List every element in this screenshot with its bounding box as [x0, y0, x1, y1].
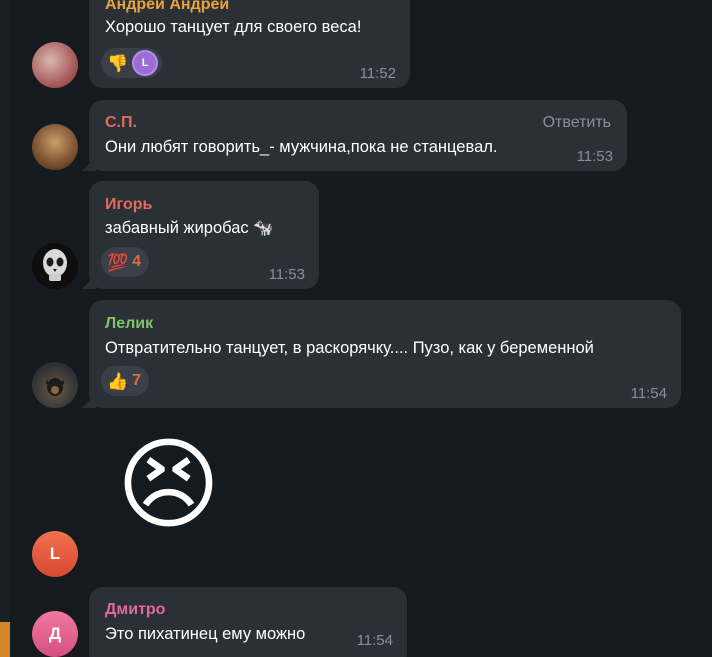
reaction-chip[interactable]: 💯 4 [101, 247, 150, 277]
sender-name[interactable]: Андрей Андрей [105, 0, 229, 14]
message-time: 11:54 [356, 632, 393, 649]
reply-button[interactable]: Ответить [543, 114, 611, 132]
message-time: 11:53 [576, 148, 613, 165]
message-time: 11:53 [268, 266, 305, 283]
message-bubble: Игорь забавный жиробас 🐄 💯 4 11:53 [89, 181, 319, 289]
sender-name[interactable]: Игорь [105, 196, 152, 214]
message-bubble: С.П. Ответить Они любят говорить_- мужчи… [89, 100, 627, 171]
message-text: Хорошо танцует для своего веса! [105, 18, 362, 36]
avatar[interactable] [32, 124, 78, 170]
unread-indicator [0, 622, 10, 657]
message-bubble: Андрей Андрей Хорошо танцует для своего … [89, 0, 410, 88]
message-text: Это пихатинец ему можно [105, 625, 306, 643]
reaction-chip[interactable]: 👎 L [101, 48, 163, 78]
thumbs-down-icon: 👎 [107, 53, 129, 73]
avatar[interactable] [32, 42, 78, 88]
message-text: забавный жиробас 🐄 [105, 219, 274, 237]
dog-icon [46, 378, 64, 396]
message-text: Они любят говорить_- мужчина,пока не ста… [105, 138, 498, 156]
thumbs-up-icon: 👍 [107, 371, 129, 391]
message-bubble: Дмитро Это пихатинец ему можно 11:54 [89, 587, 407, 657]
sender-name[interactable]: С.П. [105, 114, 137, 132]
reaction-chip[interactable]: 👍 7 [101, 366, 150, 396]
skull-icon [43, 249, 67, 281]
sticker-emoji[interactable]: 😣 [106, 425, 231, 545]
message-bubble: Лелик Отвратительно танцует, в раскорячк… [89, 300, 681, 408]
avatar[interactable]: Д [32, 611, 78, 657]
avatar[interactable]: L [32, 531, 78, 577]
sender-name[interactable]: Дмитро [105, 601, 165, 619]
chat-list-edge [0, 0, 10, 657]
sender-name[interactable]: Лелик [105, 315, 153, 333]
message-text: Отвратительно танцует, в раскорячку.... … [105, 339, 594, 357]
reactor-initial: L [134, 52, 157, 74]
reaction-count: 7 [132, 372, 142, 389]
message-time: 11:52 [359, 65, 396, 82]
reactor-avatar: L [132, 50, 159, 76]
hundred-points-icon: 💯 [107, 252, 129, 272]
avatar[interactable] [32, 362, 78, 408]
avatar[interactable] [32, 243, 78, 289]
reaction-count: 4 [132, 253, 142, 270]
message-time: 11:54 [630, 385, 667, 402]
